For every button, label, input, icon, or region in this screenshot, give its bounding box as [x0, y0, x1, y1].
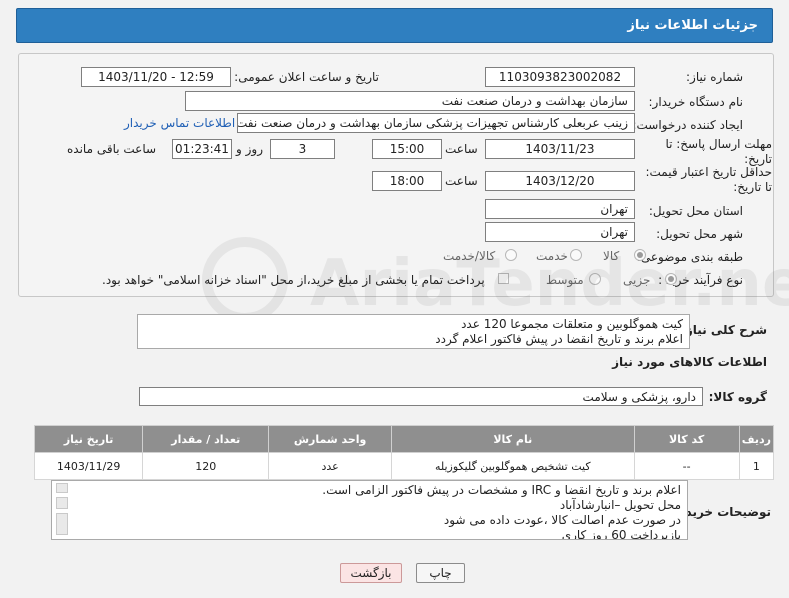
remaining-time-field[interactable]: 01:23:41 [172, 139, 232, 159]
buyer-notes-line: بازپرداخت 60 روز کاری [561, 528, 681, 540]
category-option-goods-service: کالا/خدمت [443, 249, 496, 263]
buyer-contact-link[interactable]: اطلاعات تماس خریدار [124, 116, 235, 130]
category-option-goods: کالا [603, 249, 620, 263]
creator-field[interactable]: زینب عربعلی کارشناس تجهیزات پزشکی سازمان… [237, 113, 635, 133]
remaining-time-label: ساعت باقی مانده [67, 142, 157, 156]
cell-qty: 120 [142, 452, 270, 480]
price-validity-label: حداقل تاریخ اعتبار قیمت: تا تاریخ: [645, 165, 772, 194]
city-label: شهر محل تحویل: [656, 227, 743, 241]
price-validity-date-field[interactable]: 1403/12/20 [485, 171, 635, 191]
goods-table-header-row: ردیف کد کالا نام کالا واحد شمارش تعداد /… [33, 425, 775, 453]
goods-table: ردیف کد کالا نام کالا واحد شمارش تعداد /… [33, 425, 775, 480]
treasury-payment-note: پرداخت تمام یا بخشی از مبلغ خرید،از محل … [102, 273, 485, 287]
treasury-payment-checkbox[interactable] [498, 273, 509, 284]
purchase-option-medium: متوسط [546, 273, 584, 287]
buyer-notes-line: در صورت عدم اصالت کالا ،عودت داده می شود [443, 513, 681, 527]
goods-info-title: اطلاعات کالاهای مورد نیاز [612, 355, 767, 369]
goods-group-label: گروه کالا: [708, 390, 767, 404]
page-title: جزئیات اطلاعات نیاز [627, 18, 758, 33]
col-code-header: کد کالا [633, 425, 740, 453]
price-validity-time-field[interactable]: 18:00 [372, 171, 442, 191]
cell-date: 1403/11/29 [33, 452, 144, 480]
table-row[interactable]: 1 -- کیت تشخیص هموگلوبین گلیکوزیله عدد 1… [33, 452, 775, 480]
buyer-notes-textarea[interactable]: اعلام برند و تاریخ انقضا و IRC و مشخصات … [51, 480, 688, 540]
creator-label: ایجاد کننده درخواست: [632, 118, 743, 132]
col-row-header: ردیف [738, 425, 775, 453]
general-desc-line: اعلام برند و تاریخ انقضا در پیش فاکتور ا… [435, 332, 683, 346]
scrollbar-thumb[interactable] [56, 497, 68, 509]
days-remaining-field[interactable]: 3 [270, 139, 335, 159]
col-qty-header: تعداد / مقدار [142, 425, 270, 453]
category-radio-goods[interactable] [634, 249, 646, 261]
announce-datetime-field[interactable]: 1403/11/20 - 12:59 [81, 67, 231, 87]
category-radio-service[interactable] [570, 249, 582, 261]
deadline-time-label: ساعت [445, 142, 478, 156]
back-button[interactable]: بازگشت [340, 563, 402, 583]
days-label: روز و [236, 142, 263, 156]
cell-row: 1 [738, 452, 775, 480]
province-label: استان محل تحویل: [648, 204, 743, 218]
purchase-radio-medium[interactable] [589, 273, 601, 285]
need-number-label: شماره نیاز: [686, 70, 743, 84]
page-title-bar: جزئیات اطلاعات نیاز [16, 8, 773, 43]
deadline-label: مهلت ارسال پاسخ: تا تاریخ: [665, 137, 772, 166]
deadline-date-field[interactable]: 1403/11/23 [485, 139, 635, 159]
cell-unit: عدد [268, 452, 393, 480]
buyer-org-field[interactable]: سازمان بهداشت و درمان صنعت نفت [185, 91, 635, 111]
category-option-service: خدمت [536, 249, 568, 263]
goods-group-field[interactable]: دارو، پزشکی و سلامت [139, 387, 703, 406]
cell-code: -- [633, 452, 740, 480]
announce-datetime-label: تاریخ و ساعت اعلان عمومی: [234, 70, 379, 84]
buyer-notes-line: محل تحویل –انبارشادآباد [559, 498, 681, 512]
general-desc-line: کیت هموگلوبین و متعلقات مجموعا 120 عدد [461, 317, 683, 331]
col-unit-header: واحد شمارش [268, 425, 393, 453]
cell-name: کیت تشخیص هموگلوبین گلیکوزیله [391, 452, 635, 480]
general-desc-label: شرح کلی نیاز: [681, 323, 767, 337]
col-name-header: نام کالا [391, 425, 635, 453]
purchase-option-minor: جزیی [623, 273, 651, 287]
print-button[interactable]: چاپ [416, 563, 465, 583]
general-desc-textarea[interactable]: کیت هموگلوبین و متعلقات مجموعا 120 عدد ا… [137, 314, 690, 349]
buyer-notes-line: اعلام برند و تاریخ انقضا و IRC و مشخصات … [322, 483, 681, 497]
category-radio-goods-service[interactable] [505, 249, 517, 261]
need-number-field[interactable]: 1103093823002082 [485, 67, 635, 87]
city-field[interactable]: تهران [485, 222, 635, 242]
col-date-header: تاریخ نیاز [33, 425, 144, 453]
scrollbar-track[interactable] [56, 513, 68, 535]
category-label: طبقه بندی موضوعی: [636, 250, 743, 264]
price-validity-time-label: ساعت [445, 174, 478, 188]
purchase-radio-minor[interactable] [665, 273, 677, 285]
buyer-org-label: نام دستگاه خریدار: [648, 95, 744, 109]
scroll-up-arrow[interactable] [56, 483, 68, 493]
province-field[interactable]: تهران [485, 199, 635, 219]
deadline-time-field[interactable]: 15:00 [372, 139, 442, 159]
